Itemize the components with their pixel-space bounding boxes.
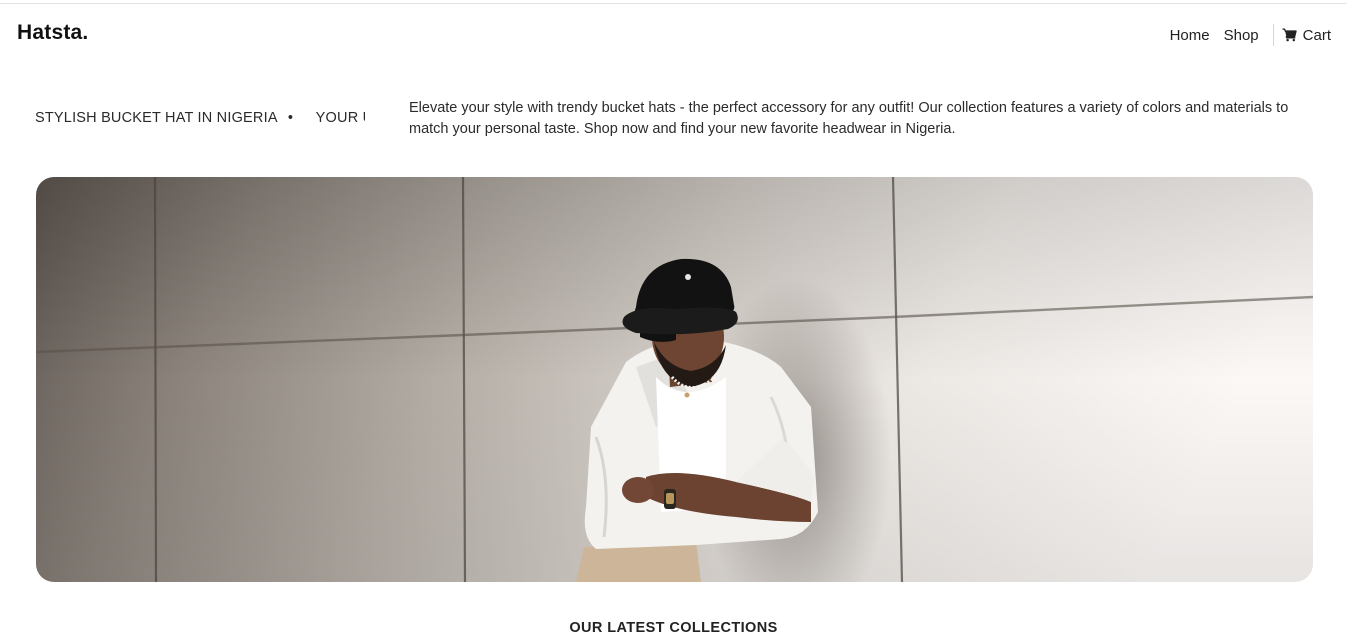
- ticker-item: YOUR UL: [315, 110, 365, 126]
- nav-shop-link[interactable]: Shop: [1224, 27, 1259, 44]
- marquee-ticker: STYLISH BUCKET HAT IN NIGERIA • YOUR UL: [35, 110, 365, 130]
- site-header: Hatsta. Home Shop Cart: [0, 4, 1347, 62]
- hero-image: [36, 177, 1313, 582]
- cart-icon: [1282, 28, 1297, 42]
- ticker-item: STYLISH BUCKET HAT IN NIGERIA: [35, 110, 278, 126]
- nav-home-link[interactable]: Home: [1170, 27, 1210, 44]
- nav-divider: [1272, 24, 1274, 46]
- latest-collections-heading: OUR LATEST COLLECTIONS: [569, 620, 778, 636]
- cart-link[interactable]: Cart: [1282, 27, 1331, 44]
- cart-label: Cart: [1302, 26, 1331, 44]
- hero-photo: [36, 177, 1313, 582]
- brand-logo[interactable]: Hatsta.: [17, 21, 88, 45]
- intro-paragraph: Elevate your style with trendy bucket ha…: [409, 100, 1289, 137]
- main-nav: Home Shop Cart: [1156, 24, 1331, 46]
- ticker-bullet: •: [287, 110, 294, 126]
